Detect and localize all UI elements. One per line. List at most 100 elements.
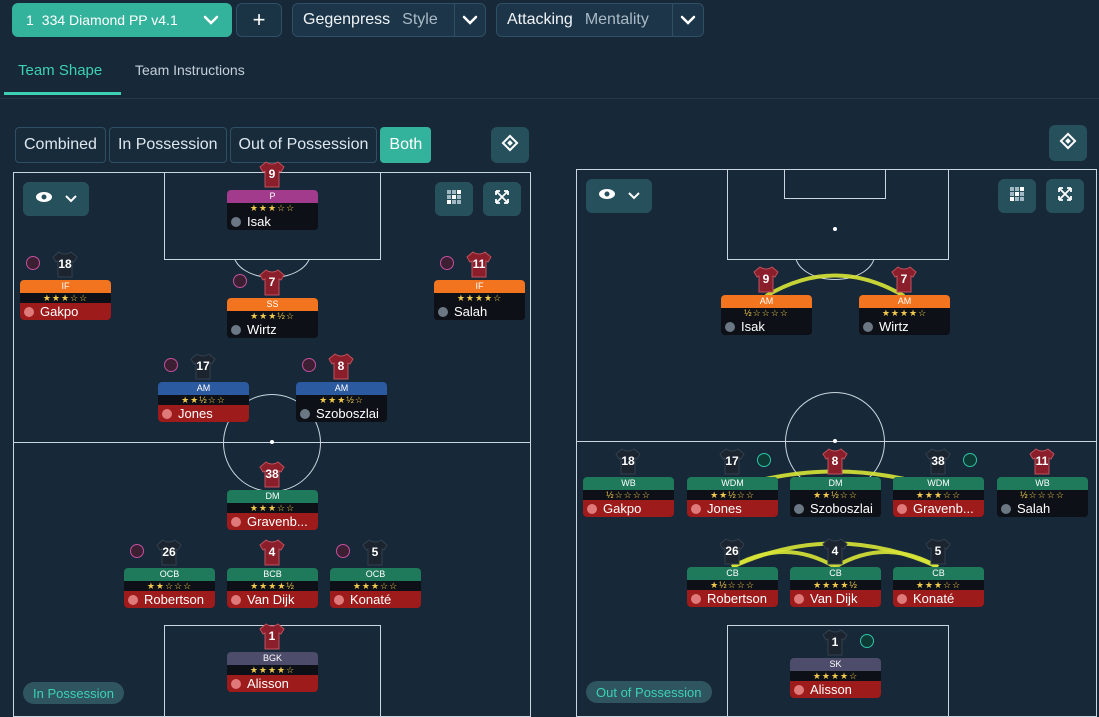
role-rating-stars: ★★★☆☆ [20, 293, 111, 303]
shirt-number: 5 [934, 544, 942, 558]
expand-icon [1057, 186, 1073, 207]
active-tab-indicator [4, 92, 121, 95]
role-rating-stars: ★★★☆☆ [227, 503, 318, 513]
player-role: DM [790, 477, 881, 490]
player-card[interactable]: IF ★★★★☆ Salah [434, 280, 525, 320]
player-name-row: Van Dijk [790, 590, 881, 607]
role-rating-stars: ★★★☆☆ [227, 203, 318, 213]
player-role: SK [790, 658, 881, 671]
tab-team-instructions[interactable]: Team Instructions [135, 62, 245, 78]
player-card[interactable]: AM ★★½☆☆ Jones [158, 382, 249, 422]
shirt-number: 18 [621, 454, 635, 468]
role-rating-stars: ★★★★☆ [790, 671, 881, 681]
phase-label: In Possession [23, 682, 124, 704]
grid-view-button[interactable] [435, 182, 473, 216]
view-mode-toggle: Combined In Possession Out of Possession… [15, 127, 434, 163]
player-name: Wirtz [247, 322, 277, 337]
player-card[interactable]: CB ★★★☆☆ Konaté [893, 567, 984, 607]
role-rating-stars: ★★★★☆ [434, 293, 525, 303]
player-card[interactable]: DM ★★★☆☆ Gravenb... [227, 490, 318, 530]
role-rating-stars: ★★★★☆ [859, 308, 950, 318]
mode-in-possession[interactable]: In Possession [108, 127, 227, 163]
player-profile-icon [300, 408, 310, 419]
swap-pitch-button-right[interactable] [1049, 125, 1087, 161]
player-name: Jones [707, 501, 742, 516]
player-card[interactable]: BCB ★★★★½ Van Dijk [227, 568, 318, 608]
visibility-dropdown[interactable] [586, 179, 652, 213]
player-card[interactable]: IF ★★★☆☆ Gakpo [20, 280, 111, 320]
mentality-selector[interactable]: Attacking Mentality [496, 3, 704, 37]
player-name: Szoboszlai [810, 501, 873, 516]
player-card[interactable]: WB ½☆☆☆☆ Gakpo [583, 477, 674, 517]
player-profile-icon [334, 594, 344, 605]
expand-button[interactable] [1046, 179, 1084, 213]
player-role: AM [721, 295, 812, 308]
expand-button[interactable] [483, 182, 521, 216]
tactic-name: 334 Diamond PP v4.1 [41, 12, 178, 28]
player-card[interactable]: DM ★★½☆☆ Szoboszlai [790, 477, 881, 517]
player-name-row: Van Dijk [227, 591, 318, 608]
shirt-icon: 1 [257, 621, 287, 651]
shirt-number: 17 [196, 359, 210, 373]
morale-status-icon [130, 544, 144, 558]
swap-pitch-button[interactable] [491, 127, 529, 163]
player-name-row: Szoboszlai [790, 500, 881, 517]
player-card[interactable]: WDM ★★★☆☆ Gravenb... [893, 477, 984, 517]
mode-both[interactable]: Both [380, 127, 432, 163]
player-name: Gravenb... [913, 501, 974, 516]
role-rating-stars: ★★★½☆ [227, 311, 318, 321]
mode-combined[interactable]: Combined [15, 127, 106, 163]
player-card[interactable]: WDM ★★½☆☆ Jones [687, 477, 778, 517]
player-card[interactable]: AM ★★★★☆ Wirtz [859, 295, 950, 335]
role-rating-stars: ★★★★½ [227, 581, 318, 591]
player-card[interactable]: P ★★★☆☆ Isak [227, 190, 318, 230]
player-profile-icon [897, 593, 907, 604]
player-profile-icon [231, 216, 241, 227]
shirt-number: 4 [268, 545, 276, 559]
shirt-icon: 4 [257, 537, 287, 567]
player-card[interactable]: CB ★½☆☆☆ Robertson [687, 567, 778, 607]
player-role: IF [20, 280, 111, 293]
player-name-row: Gakpo [20, 303, 111, 320]
player-name: Isak [741, 319, 765, 334]
player-card[interactable]: SS ★★★½☆ Wirtz [227, 298, 318, 338]
penalty-spot-top [833, 227, 837, 231]
player-name-row: Wirtz [859, 318, 950, 335]
tab-team-shape[interactable]: Team Shape [18, 62, 102, 79]
player-card[interactable]: SK ★★★★☆ Alisson [790, 658, 881, 698]
tactic-selector[interactable]: 1 334 Diamond PP v4.1 [12, 3, 232, 37]
player-profile-icon [128, 594, 138, 605]
chevron-down-icon [628, 187, 640, 205]
role-rating-stars: ★½☆☆☆ [687, 580, 778, 590]
role-rating-stars: ½☆☆☆☆ [721, 308, 812, 318]
chevron-down-icon [190, 3, 232, 37]
player-role: CB [893, 567, 984, 580]
add-tactic-button[interactable]: + [236, 3, 282, 37]
player-name: Robertson [144, 592, 204, 607]
player-card[interactable]: OCB ★★★☆☆ Konaté [330, 568, 421, 608]
player-card[interactable]: CB ★★★★½ Van Dijk [790, 567, 881, 607]
mode-out-of-possession[interactable]: Out of Possession [229, 127, 378, 163]
player-card[interactable]: AM ½☆☆☆☆ Isak [721, 295, 812, 335]
shirt-icon: 11 [464, 249, 494, 279]
chevron-down-icon [672, 4, 703, 36]
player-card[interactable]: WB ½☆☆☆☆ Salah [997, 477, 1088, 517]
style-selector[interactable]: Gegenpress Style [292, 3, 486, 37]
player-name: Isak [247, 214, 271, 229]
visibility-dropdown[interactable] [23, 182, 89, 216]
morale-status-icon [164, 358, 178, 372]
shirt-icon: 4 [820, 536, 850, 566]
player-card[interactable]: OCB ★★☆☆☆ Robertson [124, 568, 215, 608]
role-rating-stars: ★★★★☆ [227, 665, 318, 675]
player-name-row: Robertson [687, 590, 778, 607]
morale-status-icon [233, 274, 247, 288]
shirt-icon: 1 [820, 627, 850, 657]
role-rating-stars: ★★★★½ [790, 580, 881, 590]
player-name: Konaté [913, 591, 955, 606]
role-rating-stars: ★★★☆☆ [330, 581, 421, 591]
player-name-row: Salah [434, 303, 525, 320]
grid-view-button[interactable] [998, 179, 1036, 213]
player-card[interactable]: BGK ★★★★☆ Alisson [227, 652, 318, 692]
player-card[interactable]: AM ★★★½☆ Szoboszlai [296, 382, 387, 422]
player-profile-icon [794, 593, 804, 604]
